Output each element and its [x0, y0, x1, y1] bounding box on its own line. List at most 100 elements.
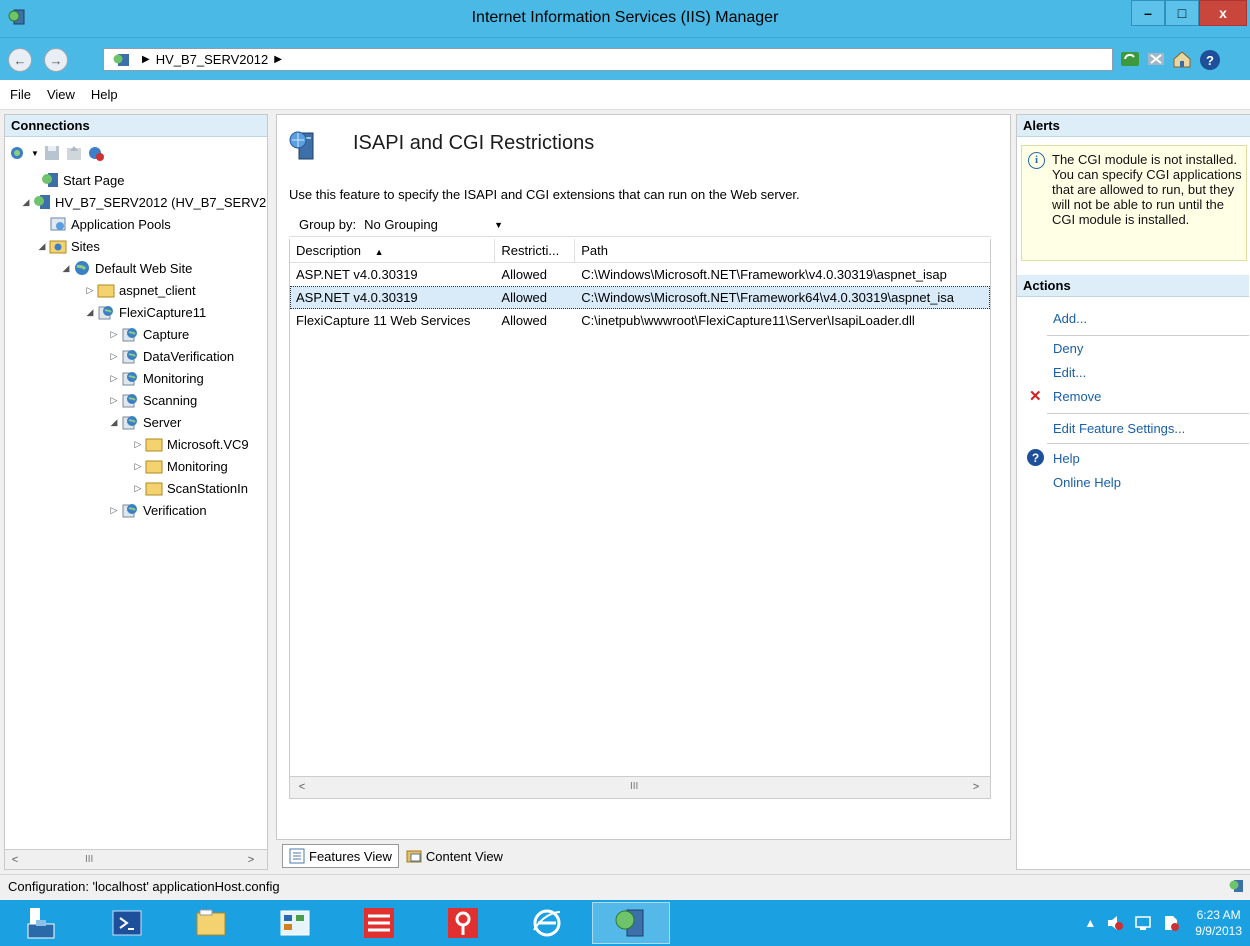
tree-node[interactable]: ▷ Microsoft.VC9 [133, 433, 249, 455]
expander-icon[interactable]: ◢ [109, 417, 119, 428]
scroll-thumb[interactable]: III [85, 854, 93, 865]
scroll-right-icon[interactable]: > [968, 779, 984, 795]
action-help[interactable]: Help [1053, 451, 1080, 466]
expander-icon[interactable]: ◢ [61, 263, 71, 274]
expander-icon[interactable]: ▷ [109, 373, 119, 384]
expander-icon[interactable]: ▷ [133, 483, 143, 494]
expander-icon[interactable]: ◢ [21, 197, 31, 208]
taskbar-server-manager[interactable] [2, 902, 80, 944]
chevron-down-icon[interactable]: ▼ [494, 220, 503, 230]
expander-icon[interactable]: ▷ [109, 329, 119, 340]
expander-icon[interactable]: ▷ [109, 505, 119, 516]
speaker-icon[interactable] [1106, 915, 1124, 931]
action-remove[interactable]: Remove [1053, 389, 1101, 404]
menu-help[interactable]: Help [91, 87, 118, 102]
expander-icon[interactable]: ▷ [109, 395, 119, 406]
scroll-right-icon[interactable]: > [243, 852, 259, 868]
network-icon[interactable] [1134, 915, 1152, 931]
expander-icon[interactable]: ▷ [109, 351, 119, 362]
taskbar: ▲ 6:23 AM 9/9/2013 [0, 900, 1250, 946]
breadcrumb[interactable]: ▶ HV_B7_SERV2012 ▶ [103, 48, 1113, 71]
tree-node-label: Scanning [143, 392, 198, 408]
tree-node[interactable]: ◢ Default Web Site [61, 257, 193, 279]
scroll-thumb[interactable]: III [630, 781, 638, 792]
refresh-icon[interactable] [1120, 50, 1140, 68]
tree-node[interactable]: ▷ Scanning [109, 389, 197, 411]
remove-icon[interactable]: ✕ [1029, 387, 1042, 405]
taskbar-key-app[interactable] [424, 902, 502, 944]
taskbar-file-explorer[interactable] [172, 902, 250, 944]
expander-icon[interactable]: ▷ [133, 461, 143, 472]
tree-node[interactable]: ▷ DataVerification [109, 345, 234, 367]
scroll-left-icon[interactable]: < [294, 779, 310, 795]
tab-features-view[interactable]: Features View [282, 844, 399, 868]
action-edit[interactable]: Edit... [1053, 365, 1086, 380]
menu-file[interactable]: File [10, 87, 31, 102]
tree-node[interactable]: Application Pools [37, 213, 171, 235]
expander-icon[interactable]: ◢ [37, 241, 47, 252]
up-level-icon[interactable] [65, 144, 83, 162]
tree-node[interactable]: ▷ Capture [109, 323, 189, 345]
action-deny[interactable]: Deny [1053, 341, 1083, 356]
expander-icon[interactable]: ▷ [133, 439, 143, 450]
expander-icon[interactable]: ◢ [85, 307, 95, 318]
action-add[interactable]: Add... [1053, 311, 1087, 326]
scroll-left-icon[interactable]: < [7, 852, 23, 868]
column-header-description[interactable]: Description ▲ [290, 239, 496, 262]
close-button[interactable]: x [1199, 0, 1247, 26]
tree-node[interactable]: ◢ FlexiCapture11 [85, 301, 206, 323]
tree-node[interactable]: ▷ Verification [109, 499, 207, 521]
home-icon[interactable] [1172, 50, 1192, 68]
close-icon: x [1219, 5, 1227, 21]
web-app-icon [122, 504, 137, 518]
menu-view[interactable]: View [47, 87, 75, 102]
window-title: Internet Information Services (IIS) Mana… [471, 9, 779, 26]
table-row[interactable]: FlexiCapture 11 Web Services Allowed C:\in… [290, 309, 990, 332]
breadcrumb-item-server[interactable]: HV_B7_SERV2012 [156, 52, 269, 67]
taskbar-powershell[interactable] [88, 902, 166, 944]
breadcrumb-arrow-icon[interactable]: ▶ [142, 54, 150, 65]
show-hidden-icons-icon[interactable]: ▲ [1084, 916, 1096, 930]
column-header-restriction[interactable]: Restricti... [495, 239, 576, 262]
taskbar-abbyy-app[interactable] [340, 902, 418, 944]
tree-node[interactable]: ▷ aspnet_client [85, 279, 196, 301]
expander-icon[interactable]: ▷ [85, 285, 95, 296]
action-edit-feature-settings[interactable]: Edit Feature Settings... [1053, 421, 1185, 436]
minimize-button[interactable]: – [1131, 0, 1165, 26]
maximize-button[interactable]: □ [1165, 0, 1199, 26]
tab-content-view[interactable]: Content View [399, 844, 510, 868]
tree-node-label: FlexiCapture11 [119, 304, 207, 320]
connect-dropdown-icon[interactable]: ▼ [31, 149, 39, 158]
table-row[interactable]: ASP.NET v4.0.30319 Allowed C:\Windows\Micr… [290, 263, 990, 286]
stop-icon[interactable] [1146, 50, 1166, 68]
help-icon[interactable]: ? [1200, 50, 1220, 70]
table-horizontal-scrollbar[interactable]: < III > [290, 776, 990, 798]
tree-node[interactable]: ◢ HV_B7_SERV2012 (HV_B7_SERV2 [21, 191, 267, 213]
taskbar-control-panel[interactable] [256, 902, 334, 944]
cell-description: ASP.NET v4.0.30319 [296, 267, 418, 282]
tree-node[interactable]: ◢ Sites [37, 235, 100, 257]
tree-node-label: aspnet_client [119, 282, 196, 298]
action-online-help[interactable]: Online Help [1053, 475, 1121, 490]
group-by-select[interactable]: No Grouping [364, 217, 494, 232]
disconnect-icon[interactable] [87, 144, 105, 162]
taskbar-internet-explorer[interactable] [508, 902, 586, 944]
taskbar-iis-manager[interactable] [592, 902, 670, 944]
connect-icon[interactable] [9, 144, 27, 162]
breadcrumb-arrow-icon[interactable]: ▶ [274, 54, 282, 65]
forward-button[interactable]: → [44, 48, 68, 72]
tree-node[interactable]: ▷ Monitoring [133, 455, 228, 477]
tree-node[interactable]: ▷ ScanStationIn [133, 477, 248, 499]
connections-horizontal-scrollbar[interactable]: < III > [5, 849, 267, 869]
tree-node[interactable]: ▷ Monitoring [109, 367, 204, 389]
back-button[interactable]: ← [8, 48, 32, 72]
folder-icon [145, 438, 163, 452]
save-icon[interactable] [43, 144, 61, 162]
tree-node[interactable]: ◢ Server [109, 411, 181, 433]
action-center-icon[interactable] [1162, 915, 1180, 931]
clock[interactable]: 6:23 AM 9/9/2013 [1195, 907, 1242, 939]
tree-node[interactable]: Start Page [29, 169, 124, 191]
help-icon[interactable]: ? [1027, 449, 1044, 466]
table-row[interactable]: ASP.NET v4.0.30319 Allowed C:\Windows\Micr… [290, 286, 990, 309]
column-header-path[interactable]: Path [575, 239, 990, 262]
